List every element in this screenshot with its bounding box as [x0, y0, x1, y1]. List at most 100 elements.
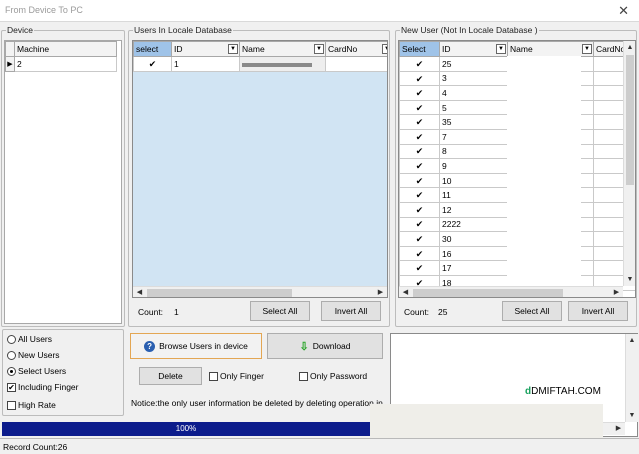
- delete-button[interactable]: Delete: [139, 367, 202, 385]
- grid-empty-area: [133, 71, 387, 286]
- select-checkbox-cell[interactable]: ✔: [399, 260, 440, 276]
- filter-dropdown-icon[interactable]: ▼: [228, 44, 238, 54]
- including-finger-checkbox[interactable]: ✔ Including Finger: [7, 382, 78, 393]
- id-cell[interactable]: 9: [439, 158, 508, 174]
- id-cell[interactable]: 1: [171, 56, 240, 72]
- id-cell[interactable]: 35: [439, 114, 508, 130]
- id-column-header[interactable]: ID ▼: [171, 41, 240, 57]
- machine-column-header[interactable]: Machine: [14, 41, 117, 57]
- close-icon[interactable]: ✕: [618, 3, 629, 19]
- new-user-vertical-scrollbar[interactable]: ▲ ▼: [623, 41, 635, 286]
- checkmark-icon: ✔: [415, 219, 424, 230]
- scroll-right-icon[interactable]: ▶: [610, 287, 623, 297]
- machine-cell[interactable]: 2: [14, 56, 117, 72]
- select-column-header[interactable]: select: [133, 41, 172, 57]
- select-checkbox-cell[interactable]: ✔: [399, 231, 440, 247]
- id-cell[interactable]: 11: [439, 187, 508, 203]
- download-button[interactable]: ⇩ Download: [267, 333, 383, 359]
- new-users-radio[interactable]: New Users: [7, 350, 60, 361]
- new-user-grid[interactable]: Select ID ▼ Name ▼ CardNo ✔ 25 ✔ 3 ✔ 4 ✔ 5 ✔ 35 ✔ 7 ✔ 8…: [398, 40, 636, 298]
- high-rate-checkbox[interactable]: High Rate: [7, 400, 56, 411]
- browse-users-button[interactable]: ? Browse Users in device: [130, 333, 262, 359]
- locale-db-grid[interactable]: select ID ▼ Name ▼ CardNo ▼ ✔ 1 ◀ ▶: [132, 40, 388, 298]
- filter-dropdown-icon[interactable]: ▼: [582, 44, 592, 54]
- id-cell[interactable]: 30: [439, 231, 508, 247]
- select-checkbox-cell[interactable]: ✔: [399, 172, 440, 189]
- select-checkbox-cell[interactable]: ✔: [399, 201, 440, 218]
- id-header-label: ID: [442, 44, 451, 54]
- select-column-header[interactable]: Select: [399, 41, 440, 57]
- id-cell[interactable]: 17: [439, 260, 508, 276]
- id-cell[interactable]: 5: [439, 99, 508, 116]
- select-checkbox-cell[interactable]: ✔: [399, 56, 440, 72]
- filter-dropdown-icon[interactable]: ▼: [496, 44, 506, 54]
- select-checkbox-cell[interactable]: ✔: [399, 143, 440, 160]
- only-finger-label: Only Finger: [220, 371, 264, 381]
- only-finger-checkbox[interactable]: Only Finger: [209, 371, 264, 382]
- id-cell[interactable]: 2222: [439, 216, 508, 233]
- select-checkbox-cell[interactable]: ✔: [399, 245, 440, 262]
- id-cell[interactable]: 16: [439, 245, 508, 262]
- select-checkbox-cell[interactable]: ✔: [399, 70, 440, 87]
- new-user-horizontal-scrollbar[interactable]: ◀ ▶: [399, 286, 623, 297]
- id-cell[interactable]: 12: [439, 201, 508, 218]
- scroll-thumb[interactable]: [626, 55, 634, 185]
- scroll-left-icon[interactable]: ◀: [399, 287, 412, 297]
- select-checkbox-cell[interactable]: ✔: [399, 158, 440, 174]
- locale-select-all-button[interactable]: Select All: [250, 301, 310, 321]
- select-checkbox-cell[interactable]: ✔: [399, 99, 440, 116]
- cardno-header-label: CardNo: [328, 44, 358, 54]
- select-users-radio[interactable]: Select Users: [7, 366, 66, 377]
- id-cell[interactable]: 4: [439, 85, 508, 101]
- select-checkbox-cell[interactable]: ✔: [399, 216, 440, 233]
- id-cell[interactable]: 25: [439, 56, 508, 72]
- cardno-cell[interactable]: [325, 56, 387, 72]
- locale-invert-all-button[interactable]: Invert All: [321, 301, 381, 321]
- scroll-thumb[interactable]: [413, 289, 563, 297]
- id-cell[interactable]: 7: [439, 128, 508, 145]
- cardno-column-header[interactable]: CardNo ▼: [325, 41, 387, 57]
- id-column-header[interactable]: ID ▼: [439, 41, 508, 57]
- scroll-down-icon[interactable]: ▼: [624, 273, 635, 286]
- checkmark-icon: ✔: [415, 131, 424, 142]
- name-column-header[interactable]: Name ▼: [239, 41, 326, 57]
- new-user-select-all-button[interactable]: Select All: [502, 301, 562, 321]
- locale-db-legend: Users In Locale Database: [134, 25, 232, 35]
- select-checkbox-cell[interactable]: ✔: [399, 128, 440, 145]
- window-title: From Device To PC: [5, 5, 83, 15]
- checkbox-empty: [7, 401, 16, 411]
- checkmark-icon: ✔: [148, 58, 157, 69]
- scroll-right-icon[interactable]: ▶: [612, 423, 625, 435]
- info-vertical-scrollbar[interactable]: ▲ ▼: [625, 334, 638, 422]
- scroll-thumb[interactable]: [147, 289, 292, 297]
- id-cell[interactable]: 10: [439, 172, 508, 189]
- id-cell[interactable]: 8: [439, 143, 508, 160]
- select-checkbox-cell[interactable]: ✔: [399, 85, 440, 101]
- table-row[interactable]: ✔ 1: [133, 56, 387, 72]
- filter-dropdown-icon[interactable]: ▼: [382, 44, 387, 54]
- select-checkbox-cell[interactable]: ✔: [133, 56, 172, 72]
- checkmark-icon: ✔: [415, 102, 424, 113]
- scroll-up-icon[interactable]: ▲: [626, 334, 638, 347]
- record-count: Record Count:26: [3, 442, 68, 452]
- help-icon: ?: [144, 340, 156, 352]
- filter-dropdown-icon[interactable]: ▼: [314, 44, 324, 54]
- scroll-right-icon[interactable]: ▶: [374, 287, 387, 297]
- select-checkbox-cell[interactable]: ✔: [399, 187, 440, 203]
- new-user-count-label: Count:: [404, 307, 430, 317]
- new-user-invert-all-button[interactable]: Invert All: [568, 301, 628, 321]
- scroll-up-icon[interactable]: ▲: [624, 41, 635, 54]
- all-users-radio[interactable]: All Users: [7, 334, 52, 345]
- select-checkbox-cell[interactable]: ✔: [399, 114, 440, 130]
- only-password-label: Only Password: [310, 371, 368, 381]
- name-column-header[interactable]: Name ▼: [507, 41, 594, 57]
- only-password-checkbox[interactable]: Only Password: [299, 371, 368, 382]
- scroll-left-icon[interactable]: ◀: [133, 287, 146, 297]
- scroll-down-icon[interactable]: ▼: [626, 409, 638, 422]
- id-cell[interactable]: 3: [439, 70, 508, 87]
- table-row[interactable]: ▶ 2: [5, 56, 117, 72]
- locale-count-value: 1: [174, 307, 179, 317]
- checkmark-icon: ✔: [415, 263, 424, 274]
- locale-horizontal-scrollbar[interactable]: ◀ ▶: [133, 286, 387, 297]
- status-bar: Record Count:26: [0, 438, 639, 454]
